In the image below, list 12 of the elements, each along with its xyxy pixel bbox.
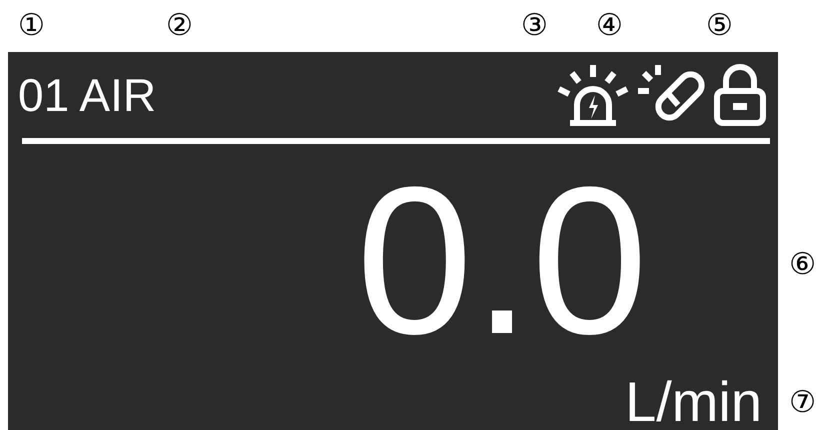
callout-number: ⑤	[706, 11, 733, 41]
callout-number: ②	[166, 11, 193, 41]
unit-label: L/min	[625, 374, 762, 430]
flow-value: 0.0	[356, 156, 648, 366]
callout-number: ⑦	[789, 388, 816, 418]
channel-title: 01 AIR	[17, 68, 156, 122]
alarm-beacon-icon	[556, 63, 630, 128]
callout-number: ③	[521, 11, 548, 41]
callout-number: ①	[18, 11, 45, 41]
callout-number: ④	[596, 11, 623, 41]
callout-number: ⑥	[789, 250, 816, 280]
lock-icon	[712, 63, 768, 128]
